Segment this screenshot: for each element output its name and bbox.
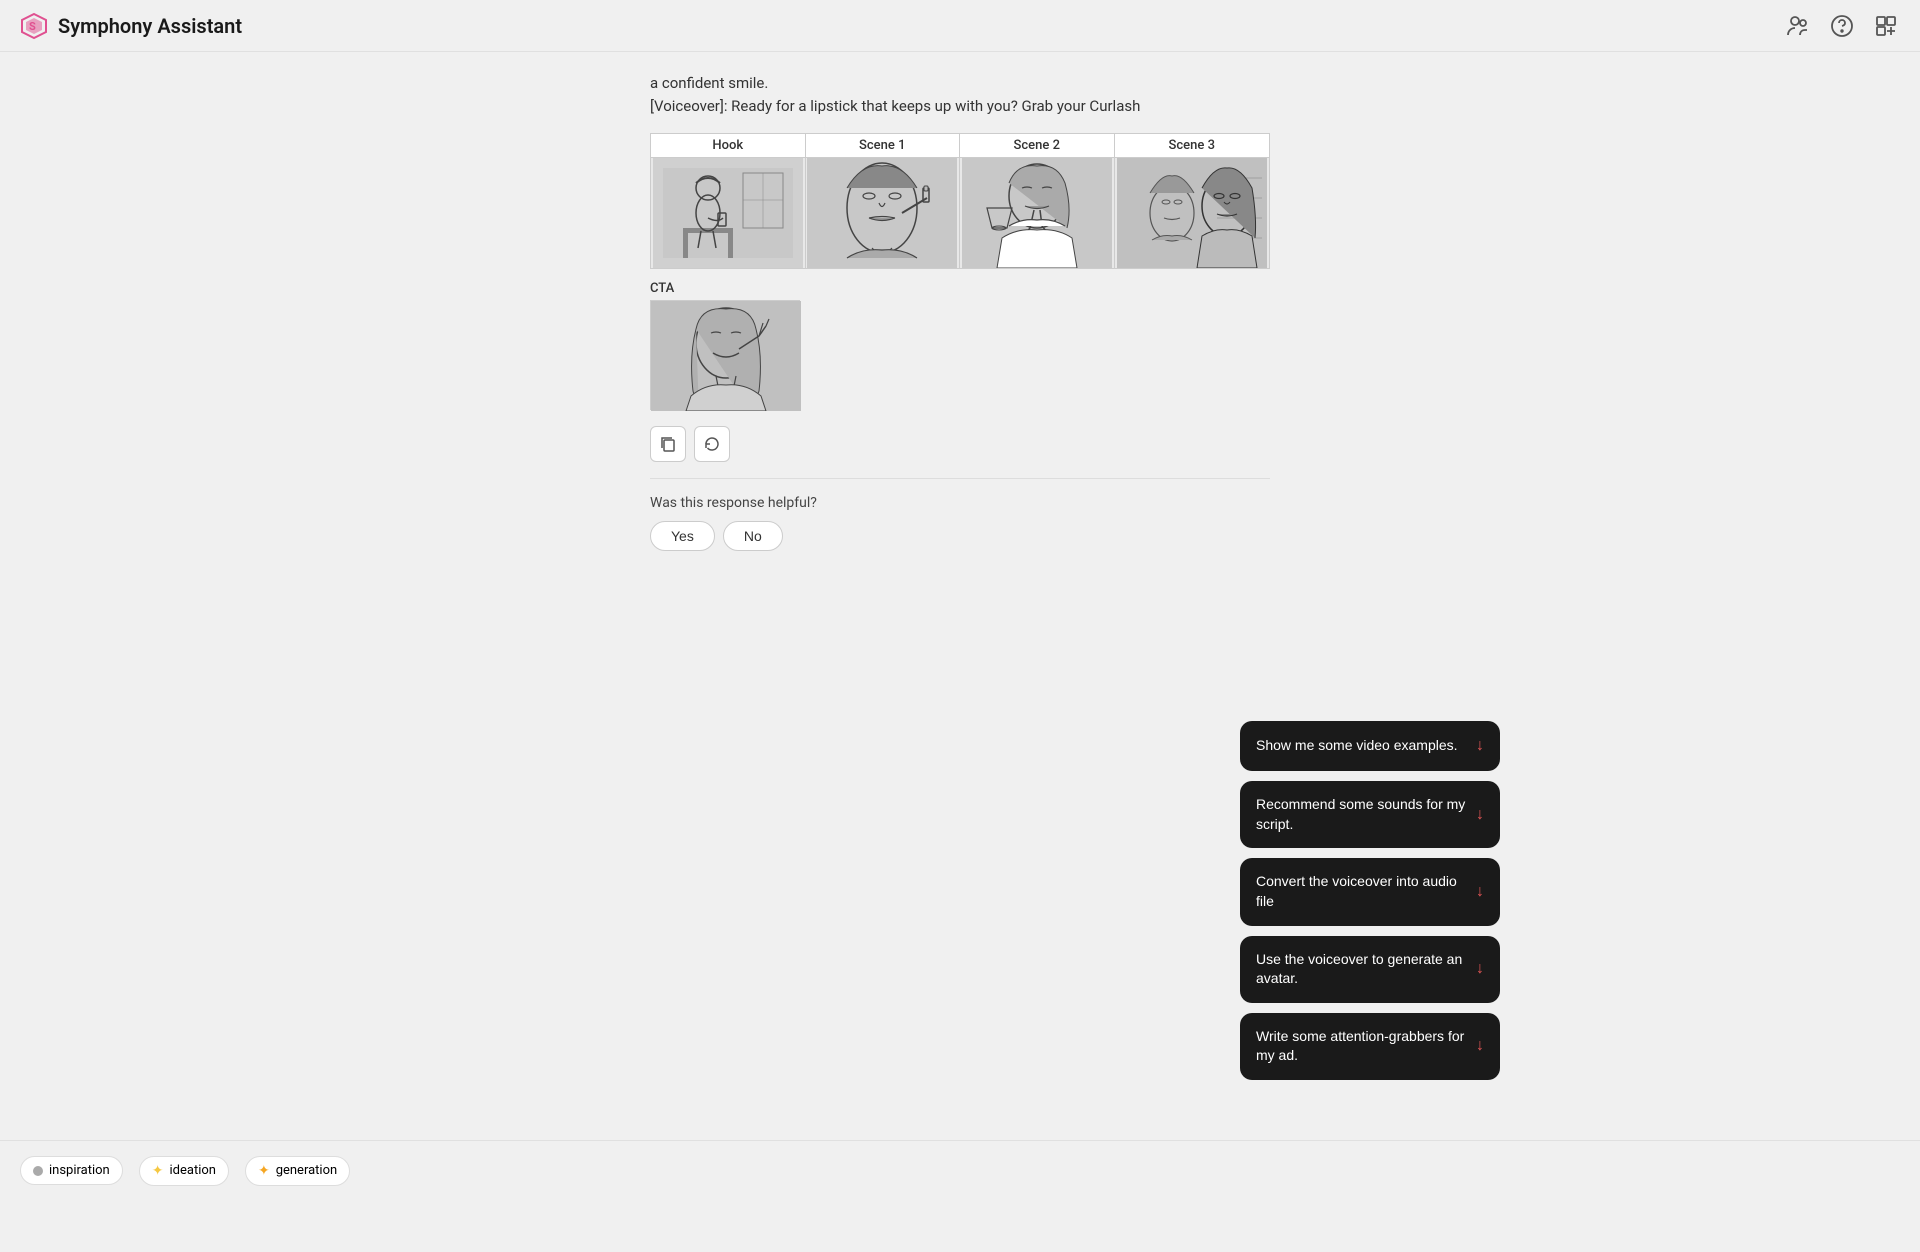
users-icon[interactable] (1784, 12, 1812, 40)
content-divider (650, 478, 1270, 479)
cta-label: CTA (650, 281, 1270, 296)
header-right (1784, 12, 1900, 40)
action-buttons (650, 426, 1270, 462)
arrow-icon-1: ↓ (1476, 804, 1484, 826)
scene2-label: Scene 2 (960, 134, 1114, 158)
svg-text:S: S (29, 20, 36, 33)
suggestion-sounds[interactable]: Recommend some sounds for my script. ↓ (1240, 781, 1500, 848)
copy-button[interactable] (650, 426, 686, 462)
cta-section: CTA (650, 281, 1270, 410)
arrow-icon-2: ↓ (1476, 881, 1484, 903)
storyboard-scene3: Scene 3 (1115, 134, 1270, 268)
tag-ideation[interactable]: ✦ ideation (139, 1156, 229, 1186)
scene1-label: Scene 1 (806, 134, 960, 158)
hook-image (651, 158, 805, 268)
storyboard-scene2: Scene 2 (960, 134, 1115, 268)
tag-inspiration[interactable]: inspiration (20, 1156, 123, 1185)
feedback-question: Was this response helpful? (650, 495, 1270, 511)
chat-area: a confident smile. [Voiceover]: Ready fo… (0, 52, 1920, 1140)
feedback-yes-button[interactable]: Yes (650, 521, 715, 551)
chat-content: a confident smile. [Voiceover]: Ready fo… (650, 72, 1270, 571)
inspiration-label: inspiration (49, 1163, 110, 1178)
app-header: S Symphony Assistant (0, 0, 1920, 52)
inspiration-dot (33, 1166, 43, 1176)
ideation-icon: ✦ (152, 1163, 164, 1179)
scene3-image (1115, 158, 1270, 268)
app-title: Symphony Assistant (58, 14, 242, 38)
suggestion-avatar[interactable]: Use the voiceover to generate an avatar.… (1240, 936, 1500, 1003)
arrow-icon-4: ↓ (1476, 1035, 1484, 1057)
tag-generation[interactable]: ✦ generation (245, 1156, 350, 1186)
arrow-icon-3: ↓ (1476, 958, 1484, 980)
feedback-section: Was this response helpful? Yes No (650, 495, 1270, 551)
arrow-icon-0: ↓ (1476, 735, 1484, 757)
hook-label: Hook (651, 134, 805, 158)
add-icon[interactable] (1872, 12, 1900, 40)
suggestion-video-examples[interactable]: Show me some video examples. ↓ (1240, 721, 1500, 771)
storyboard-hook: Hook (651, 134, 806, 268)
feedback-no-button[interactable]: No (723, 521, 783, 551)
feedback-buttons: Yes No (650, 521, 1270, 551)
ideation-label: ideation (169, 1163, 215, 1178)
generation-label: generation (276, 1163, 338, 1178)
voiceover-text-partial: a confident smile. [Voiceover]: Ready fo… (650, 72, 1270, 117)
scene2-image (960, 158, 1114, 268)
storyboard-scene1: Scene 1 (806, 134, 961, 268)
cta-image (650, 300, 800, 410)
scene3-label: Scene 3 (1115, 134, 1270, 158)
storyboard-grid: Hook (650, 133, 1270, 269)
generation-icon: ✦ (258, 1163, 270, 1179)
suggestions-panel: Show me some video examples. ↓ Recommend… (1240, 721, 1500, 1080)
logo-icon: S (20, 12, 48, 40)
header-left: S Symphony Assistant (20, 12, 242, 40)
help-icon[interactable] (1828, 12, 1856, 40)
bottom-bar: inspiration ✦ ideation ✦ generation (0, 1140, 1920, 1200)
scene1-image (806, 158, 960, 268)
suggestion-attention-grabbers[interactable]: Write some attention-grabbers for my ad.… (1240, 1013, 1500, 1080)
refresh-button[interactable] (694, 426, 730, 462)
suggestion-audio-file[interactable]: Convert the voiceover into audio file ↓ (1240, 858, 1500, 925)
